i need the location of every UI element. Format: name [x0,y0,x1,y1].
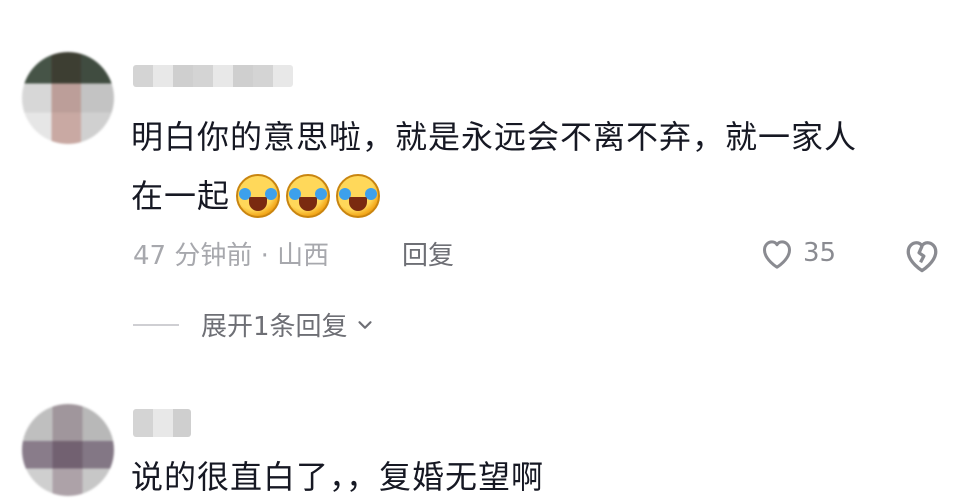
laugh-cry-emoji-icon [236,174,281,218]
time-location: 47 分钟前 · 山西 [133,241,330,271]
chevron-down-icon [357,320,372,329]
divider-line [133,323,179,326]
laugh-cry-emoji-icon [336,174,381,218]
comment-text-line2: 在一起 [131,171,381,221]
username-blurred[interactable] [133,65,293,87]
avatar[interactable] [22,52,114,144]
broken-heart-icon[interactable] [900,233,944,277]
like-count: 35 [803,238,837,268]
expand-replies-label: 展开1条回复 [201,312,348,342]
heart-icon [763,240,791,269]
avatar[interactable] [22,404,114,496]
reply-button[interactable]: 回复 [402,235,454,272]
username-blurred[interactable] [133,409,191,437]
laugh-cry-emoji-icon [286,174,331,218]
comment-meta: 47 分钟前 · 山西 [133,235,329,272]
comment-text: 明白你的意思啦，就是永远会不离不弃，就一家人 [131,118,858,156]
like-button[interactable]: 35 [757,233,836,273]
comment-text: 说的很直白了，，复婚无望啊 [131,458,545,496]
comment-text-continued: 在一起 [131,177,231,215]
expand-replies-button[interactable]: 展开1条回复 [133,306,376,343]
